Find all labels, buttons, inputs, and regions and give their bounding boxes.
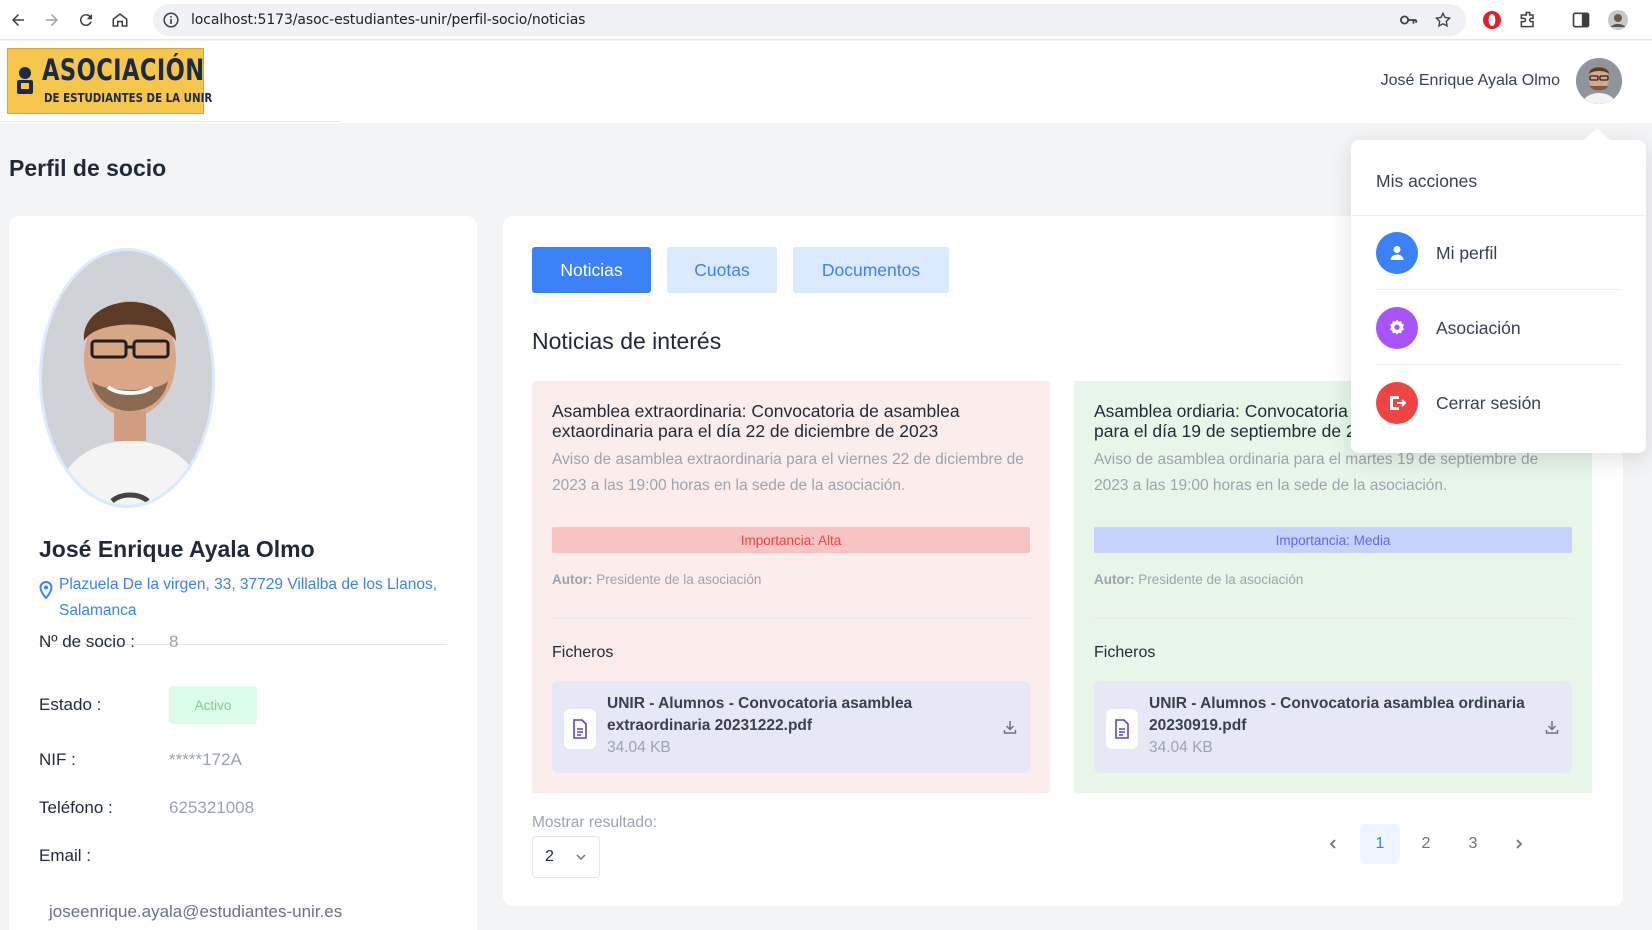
news-author: Autor: Presidente de la asociación [1094,572,1303,587]
dropdown-divider [1376,364,1621,365]
email-label: Email : [39,846,91,865]
author-label: Autor: [552,572,593,587]
page-size-value[interactable]: 2 [545,848,554,866]
location-pin-icon [39,581,53,599]
reload-icon[interactable] [73,7,99,33]
menu-item-label[interactable]: Cerrar sesión [1436,393,1541,414]
page-button-2[interactable]: 2 [1406,824,1446,864]
news-section-title: Noticias de interés [532,328,722,354]
menu-item-label[interactable]: Asociación [1436,318,1521,339]
status-badge: Activo [169,686,257,724]
key-icon[interactable] [1400,12,1418,28]
file-attachment[interactable]: UNIR - Alumnos - Convocatoria asamblea o… [1094,681,1572,773]
home-icon[interactable] [107,7,133,33]
files-label: Ficheros [552,644,614,661]
gear-icon [1376,307,1418,349]
sidepanel-icon[interactable] [1569,8,1593,32]
menu-item-asociacion[interactable]: Asociación [1376,291,1621,365]
logout-icon [1376,382,1418,424]
back-icon[interactable] [5,7,31,33]
page-button-1[interactable]: 1 [1360,824,1400,864]
profile-card: José Enrique Ayala Olmo Plazuela De la v… [9,216,477,930]
status-label: Estado : [39,695,102,714]
file-size: 34.04 KB [1149,739,1213,756]
user-actions-dropdown: Mis acciones Mi perfil Asociación Cerrar… [1351,128,1646,453]
opera-icon[interactable] [1480,8,1504,32]
next-page-button[interactable] [1499,824,1539,864]
page-title: Perfil de socio [9,155,167,181]
news-author: Autor: Presidente de la asociación [552,572,761,587]
chevron-left-icon [1329,839,1336,849]
logo-subtitle: DE ESTUDIANTES DE LA UNIR [44,90,213,105]
address-bar[interactable]: localhost:5173/asoc-estudiantes-unir/per… [153,4,1466,36]
author-label: Autor: [1094,572,1135,587]
pdf-file-icon [1106,709,1138,749]
page-button-3[interactable]: 3 [1453,824,1493,864]
profile-photo [39,248,215,508]
member-number-label: Nº de socio : [39,632,135,651]
tab-cuotas[interactable]: Cuotas [667,247,777,293]
email-value: joseenrique.ayala@estudiantes-unir.es [49,902,343,921]
extensions-icon[interactable] [1516,8,1540,32]
menu-item-mi-perfil[interactable]: Mi perfil [1376,216,1621,290]
logo-title: ASOCIACIÓN [42,53,205,87]
news-title: Asamblea extraordinaria: Convocatoria de… [552,401,960,441]
phone-label: Teléfono : [39,798,113,817]
news-divider [1094,618,1572,619]
page-size-label: Mostrar resultado: [532,814,657,831]
news-description: Aviso de asamblea extraordinaria para el… [552,451,1024,494]
page-size-select[interactable]: 2 [532,836,600,878]
nif-label: NIF : [39,750,76,769]
forward-icon[interactable] [39,7,65,33]
importance-badge: Importancia: Media [1094,527,1572,553]
dropdown-title: Mis acciones [1376,171,1478,191]
user-icon [1376,232,1418,274]
news-card: Asamblea extraordinaria: Convocatoria de… [532,381,1050,793]
chevron-down-icon [576,854,586,861]
dropdown-divider [1376,289,1621,290]
menu-item-label[interactable]: Mi perfil [1436,243,1497,264]
download-icon[interactable] [1544,719,1560,735]
file-attachment[interactable]: UNIR - Alumnos - Convocatoria asamblea e… [552,681,1030,773]
browser-toolbar: localhost:5173/asoc-estudiantes-unir/per… [0,0,1652,40]
profile-address: Plazuela De la virgen, 33, 37729 Villalb… [39,572,459,624]
files-label: Ficheros [1094,644,1156,661]
tab-documentos[interactable]: Documentos [793,247,949,293]
header-avatar[interactable] [1576,58,1622,104]
student-emblem-icon [17,67,33,94]
association-logo[interactable]: ASOCIACIÓN DE ESTUDIANTES DE LA UNIR [7,48,212,114]
header-divider [0,121,340,122]
dropdown-caret [1583,128,1611,141]
url-text[interactable]: localhost:5173/asoc-estudiantes-unir/per… [191,12,585,28]
file-name[interactable]: UNIR - Alumnos - Convocatoria asamblea e… [607,693,987,737]
browser-profile-icon[interactable] [1606,8,1630,32]
info-icon[interactable] [163,12,179,28]
star-icon[interactable] [1434,11,1452,29]
news-divider [552,618,1030,619]
file-size: 34.04 KB [607,739,671,756]
profile-name: José Enrique Ayala Olmo [39,536,315,562]
phone-value: 625321008 [169,798,255,817]
file-name[interactable]: UNIR - Alumnos - Convocatoria asamblea o… [1149,693,1529,737]
prev-page-button[interactable] [1313,824,1353,864]
menu-item-cerrar-sesion[interactable]: Cerrar sesión [1376,366,1621,440]
header-user-name[interactable]: José Enrique Ayala Olmo [1381,72,1560,90]
tab-noticias[interactable]: Noticias [532,247,651,293]
author-name: Presidente de la asociación [592,572,762,587]
download-icon[interactable] [1002,719,1018,735]
news-description: Aviso de asamblea ordinaria para el mart… [1094,451,1539,494]
member-number-value: 8 [169,632,179,651]
nif-value: *****172A [169,750,242,769]
author-name: Presidente de la asociación [1134,572,1304,587]
profile-address-text[interactable]: Plazuela De la virgen, 33, 37729 Villalb… [59,572,459,624]
chevron-right-icon [1516,839,1523,849]
importance-badge: Importancia: Alta [552,527,1030,553]
pdf-file-icon [564,709,596,749]
